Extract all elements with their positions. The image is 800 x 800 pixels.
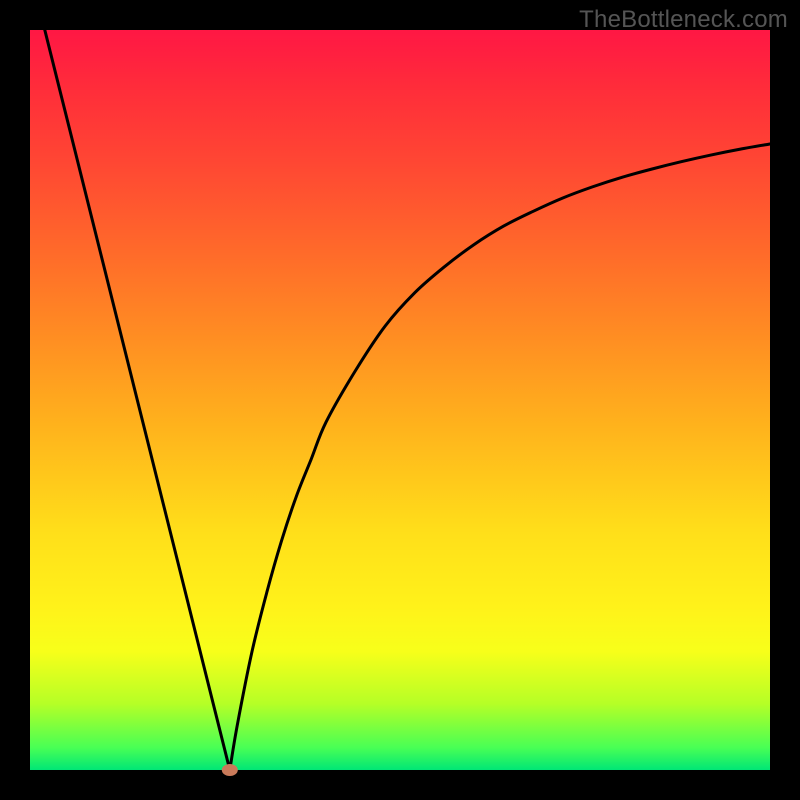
- chart-frame: TheBottleneck.com: [0, 0, 800, 800]
- bottleneck-curve: [45, 30, 770, 770]
- minimum-marker: [222, 764, 238, 776]
- curve-svg: [30, 30, 770, 770]
- watermark-text: TheBottleneck.com: [579, 6, 788, 34]
- plot-area: [30, 30, 770, 770]
